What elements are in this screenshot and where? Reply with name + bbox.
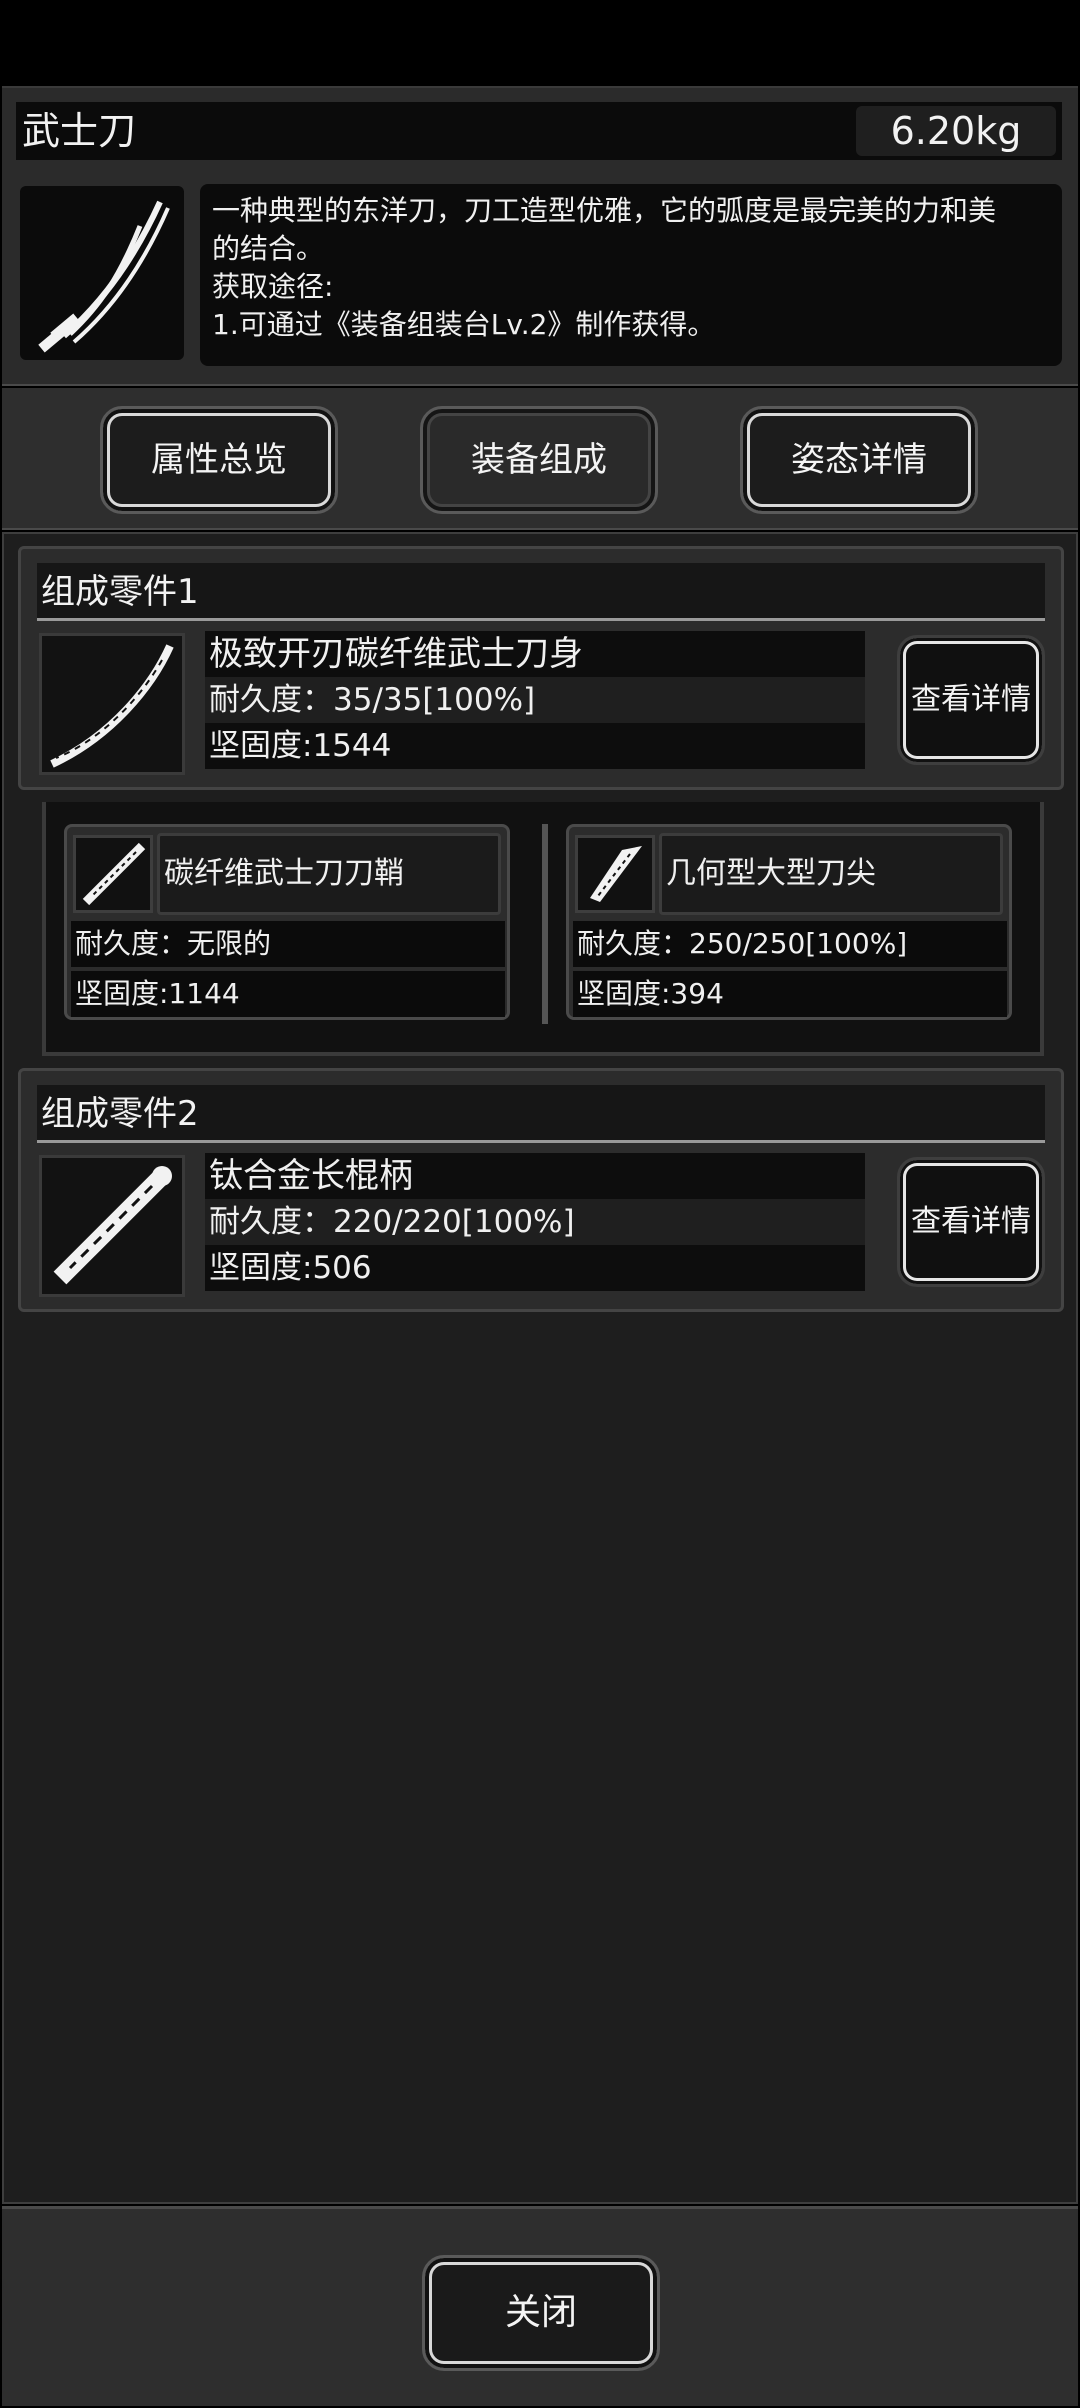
title-bar: 武士刀 6.20kg xyxy=(16,102,1062,160)
part-name: 极致开刃碳纤维武士刀身 xyxy=(205,631,865,677)
blade-tip-icon xyxy=(575,835,655,913)
subpart-durability: 耐久度：250/250[100%] xyxy=(573,921,1007,967)
subpart-card-1[interactable]: 碳纤维武士刀刀鞘 耐久度：无限的 坚固度:1144 xyxy=(64,824,510,1020)
part-name: 钛合金长棍柄 xyxy=(205,1153,865,1199)
subpart-card-2[interactable]: 几何型大型刀尖 耐久度：250/250[100%] 坚固度:394 xyxy=(566,824,1012,1020)
subpart-group: 碳纤维武士刀刀鞘 耐久度：无限的 坚固度:1144 几何型大型刀尖 耐久度：25… xyxy=(42,802,1044,1056)
part-stats: 极致开刃碳纤维武士刀身 耐久度：35/35[100%] 坚固度:1544 xyxy=(205,631,865,769)
item-weight: 6.20kg xyxy=(856,106,1056,156)
part-hardness: 坚固度:506 xyxy=(205,1245,865,1291)
tab-attributes-overview[interactable]: 属性总览 xyxy=(100,406,338,514)
item-header: 武士刀 6.20kg 一种典型的东洋刀，刀工造型优雅，它的弧度是最完美的力和美 … xyxy=(2,86,1078,386)
part-header: 组成零件1 xyxy=(37,563,1045,621)
subpart-hardness: 坚固度:394 xyxy=(573,971,1007,1017)
tab-bar: 属性总览 装备组成 姿态详情 xyxy=(2,388,1078,530)
scabbard-icon xyxy=(73,835,153,913)
item-name: 武士刀 xyxy=(22,109,137,153)
part-stats: 钛合金长棍柄 耐久度：220/220[100%] 坚固度:506 xyxy=(205,1153,865,1291)
part-card-1: 组成零件1 极致开刃碳纤维武士刀身 耐久度：35/35[100%] 坚固度:15… xyxy=(18,546,1064,790)
subpart-name: 碳纤维武士刀刀鞘 xyxy=(157,833,501,915)
part-durability: 耐久度：35/35[100%] xyxy=(205,677,865,723)
tab-equipment-composition[interactable]: 装备组成 xyxy=(420,406,658,514)
part-durability: 耐久度：220/220[100%] xyxy=(205,1199,865,1245)
part-header: 组成零件2 xyxy=(37,1085,1045,1143)
view-details-button[interactable]: 查看详情 xyxy=(897,635,1045,765)
subpart-divider xyxy=(542,824,548,1024)
view-details-button[interactable]: 查看详情 xyxy=(897,1157,1045,1287)
description-line: 获取途径: xyxy=(212,270,334,303)
description-line: 的结合。 xyxy=(212,232,325,265)
subpart-name: 几何型大型刀尖 xyxy=(659,833,1003,915)
footer-bar: 关闭 xyxy=(2,2206,1078,2406)
tab-stance-details[interactable]: 姿态详情 xyxy=(740,406,978,514)
description-line: 一种典型的东洋刀，刀工造型优雅，它的弧度是最完美的力和美 xyxy=(212,194,997,227)
hilt-icon xyxy=(39,1155,185,1297)
part-hardness: 坚固度:1544 xyxy=(205,723,865,769)
item-description: 一种典型的东洋刀，刀工造型优雅，它的弧度是最完美的力和美 的结合。 获取途径: … xyxy=(200,184,1062,366)
part-card-2: 组成零件2 钛合金长棍柄 耐久度：220/220[100%] 坚固度:506 查… xyxy=(18,1068,1064,1312)
subpart-hardness: 坚固度:1144 xyxy=(71,971,505,1017)
subpart-durability: 耐久度：无限的 xyxy=(71,921,505,967)
blade-icon xyxy=(39,633,185,775)
katana-icon xyxy=(20,186,184,360)
description-line: 1.可通过《装备组装台Lv.2》制作获得。 xyxy=(212,308,716,341)
equipment-detail-screen: 武士刀 6.20kg 一种典型的东洋刀，刀工造型优雅，它的弧度是最完美的力和美 … xyxy=(0,0,1080,2408)
composition-panel: 组成零件1 极致开刃碳纤维武士刀身 耐久度：35/35[100%] 坚固度:15… xyxy=(2,532,1078,2204)
close-button[interactable]: 关闭 xyxy=(422,2255,660,2371)
